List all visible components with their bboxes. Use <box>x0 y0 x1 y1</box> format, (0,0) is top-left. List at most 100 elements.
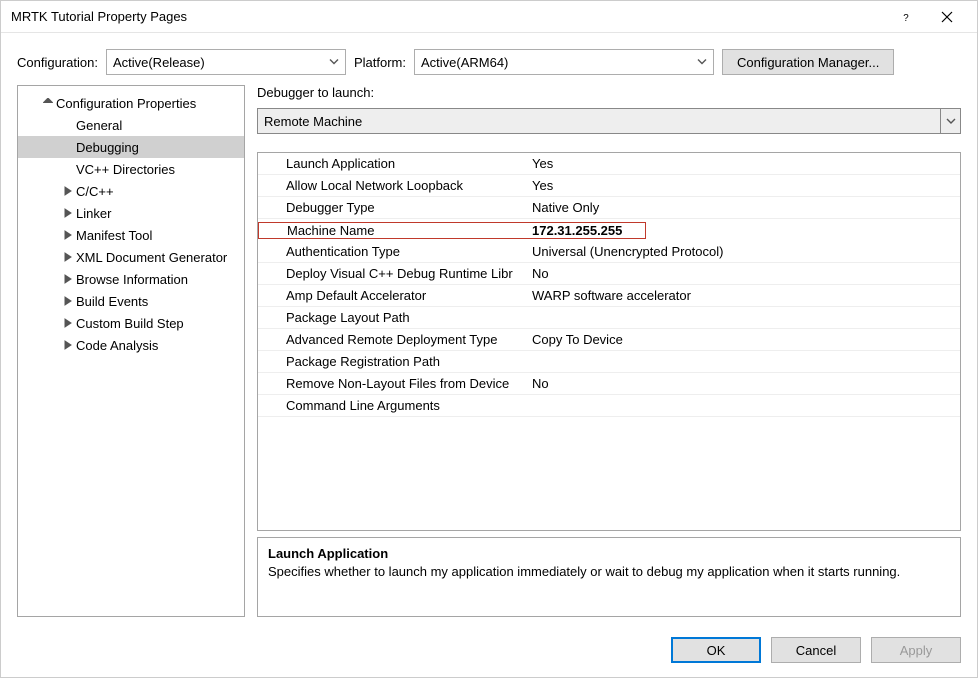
debugger-launch-combo[interactable]: Remote Machine <box>257 108 961 134</box>
help-button[interactable]: ? <box>887 1 927 33</box>
property-row[interactable]: Remove Non-Layout Files from DeviceNo <box>258 373 960 395</box>
property-row[interactable]: Advanced Remote Deployment TypeCopy To D… <box>258 329 960 351</box>
triangle-closed-icon <box>62 339 74 351</box>
tree-item-general[interactable]: General <box>18 114 244 136</box>
property-name: Command Line Arguments <box>258 398 526 413</box>
tree-item-linker[interactable]: Linker <box>18 202 244 224</box>
tree-item-manifest-tool[interactable]: Manifest Tool <box>18 224 244 246</box>
property-row[interactable]: Allow Local Network LoopbackYes <box>258 175 960 197</box>
tree-item-vc-directories[interactable]: VC++ Directories <box>18 158 244 180</box>
property-name: Package Registration Path <box>258 354 526 369</box>
tree-item-label: Build Events <box>76 294 148 309</box>
tree-item-xml-document-generator[interactable]: XML Document Generator <box>18 246 244 268</box>
property-name: Package Layout Path <box>258 310 526 325</box>
help-description: Specifies whether to launch my applicati… <box>268 563 950 581</box>
tree-item-label: Manifest Tool <box>76 228 152 243</box>
property-name: Debugger Type <box>258 200 526 215</box>
configuration-combo[interactable]: Active(Release) <box>106 49 346 75</box>
tree-item-build-events[interactable]: Build Events <box>18 290 244 312</box>
platform-label: Platform: <box>354 55 406 70</box>
tree-item-label: Debugging <box>76 140 139 155</box>
chevron-down-icon <box>697 55 707 70</box>
close-icon <box>941 11 953 23</box>
help-box: Launch Application Specifies whether to … <box>257 537 961 617</box>
property-value: 172.31.255.255 <box>526 222 646 239</box>
close-button[interactable] <box>927 1 967 33</box>
dialog-footer: OK Cancel Apply <box>1 627 977 677</box>
triangle-open-icon <box>42 97 54 109</box>
tree-item-debugging[interactable]: Debugging <box>18 136 244 158</box>
platform-combo[interactable]: Active(ARM64) <box>414 49 714 75</box>
platform-value: Active(ARM64) <box>421 55 508 70</box>
property-value: Yes <box>526 156 960 171</box>
help-title: Launch Application <box>268 546 950 561</box>
property-row[interactable]: Authentication TypeUniversal (Unencrypte… <box>258 241 960 263</box>
svg-text:?: ? <box>903 12 909 22</box>
cancel-label: Cancel <box>796 643 836 658</box>
ok-label: OK <box>707 643 726 658</box>
property-value: No <box>526 376 960 391</box>
property-row[interactable]: Amp Default AcceleratorWARP software acc… <box>258 285 960 307</box>
tree-item-label: XML Document Generator <box>76 250 227 265</box>
configuration-manager-button[interactable]: Configuration Manager... <box>722 49 894 75</box>
triangle-closed-icon <box>62 185 74 197</box>
property-name: Amp Default Accelerator <box>258 288 526 303</box>
property-row[interactable]: Deploy Visual C++ Debug Runtime LibrNo <box>258 263 960 285</box>
tree-item-label: C/C++ <box>76 184 114 199</box>
tree-root[interactable]: Configuration Properties <box>18 92 244 114</box>
tree-item-label: Code Analysis <box>76 338 158 353</box>
triangle-closed-icon <box>62 295 74 307</box>
triangle-closed-icon <box>62 251 74 263</box>
tree-item-browse-information[interactable]: Browse Information <box>18 268 244 290</box>
tree-item-label: VC++ Directories <box>76 162 175 177</box>
tree-spacer <box>62 119 74 131</box>
tree-item-label: General <box>76 118 122 133</box>
triangle-closed-icon <box>62 273 74 285</box>
apply-label: Apply <box>900 643 933 658</box>
property-name: Authentication Type <box>258 244 526 259</box>
property-value: No <box>526 266 960 281</box>
property-value: Yes <box>526 178 960 193</box>
configuration-value: Active(Release) <box>113 55 205 70</box>
property-row[interactable]: Launch ApplicationYes <box>258 153 960 175</box>
property-row[interactable]: Machine Name172.31.255.255 <box>258 219 960 241</box>
property-value: Native Only <box>526 200 960 215</box>
window-title: MRTK Tutorial Property Pages <box>11 9 887 24</box>
property-row[interactable]: Package Layout Path <box>258 307 960 329</box>
property-name: Remove Non-Layout Files from Device <box>258 376 526 391</box>
property-grid: Launch ApplicationYesAllow Local Network… <box>257 152 961 531</box>
configuration-manager-label: Configuration Manager... <box>737 55 879 70</box>
debugger-launch-label: Debugger to launch: <box>257 85 961 100</box>
right-pane: Debugger to launch: Remote Machine Launc… <box>257 85 961 617</box>
cancel-button[interactable]: Cancel <box>771 637 861 663</box>
help-icon: ? <box>901 11 913 23</box>
tree-item-c-c-[interactable]: C/C++ <box>18 180 244 202</box>
property-row[interactable]: Package Registration Path <box>258 351 960 373</box>
property-name: Allow Local Network Loopback <box>258 178 526 193</box>
property-name: Machine Name <box>258 222 526 239</box>
main-area: Configuration Properties General Debuggin… <box>1 85 977 627</box>
property-row[interactable]: Command Line Arguments <box>258 395 960 417</box>
debugger-launch-value: Remote Machine <box>264 114 362 129</box>
property-name: Deploy Visual C++ Debug Runtime Libr <box>258 266 526 281</box>
tree-item-custom-build-step[interactable]: Custom Build Step <box>18 312 244 334</box>
property-row[interactable]: Debugger TypeNative Only <box>258 197 960 219</box>
tree-item-label: Browse Information <box>76 272 188 287</box>
property-name: Advanced Remote Deployment Type <box>258 332 526 347</box>
property-value: Copy To Device <box>526 332 960 347</box>
tree-spacer <box>62 141 74 153</box>
config-toolbar: Configuration: Active(Release) Platform:… <box>1 33 977 85</box>
tree-panel: Configuration Properties General Debuggin… <box>17 85 245 617</box>
tree-root-label: Configuration Properties <box>56 96 196 111</box>
tree-item-label: Linker <box>76 206 111 221</box>
property-value: WARP software accelerator <box>526 288 960 303</box>
chevron-down-icon <box>940 109 960 133</box>
ok-button[interactable]: OK <box>671 637 761 663</box>
tree-spacer <box>62 163 74 175</box>
tree-item-label: Custom Build Step <box>76 316 184 331</box>
apply-button[interactable]: Apply <box>871 637 961 663</box>
property-name: Launch Application <box>258 156 526 171</box>
triangle-closed-icon <box>62 229 74 241</box>
configuration-label: Configuration: <box>17 55 98 70</box>
tree-item-code-analysis[interactable]: Code Analysis <box>18 334 244 356</box>
